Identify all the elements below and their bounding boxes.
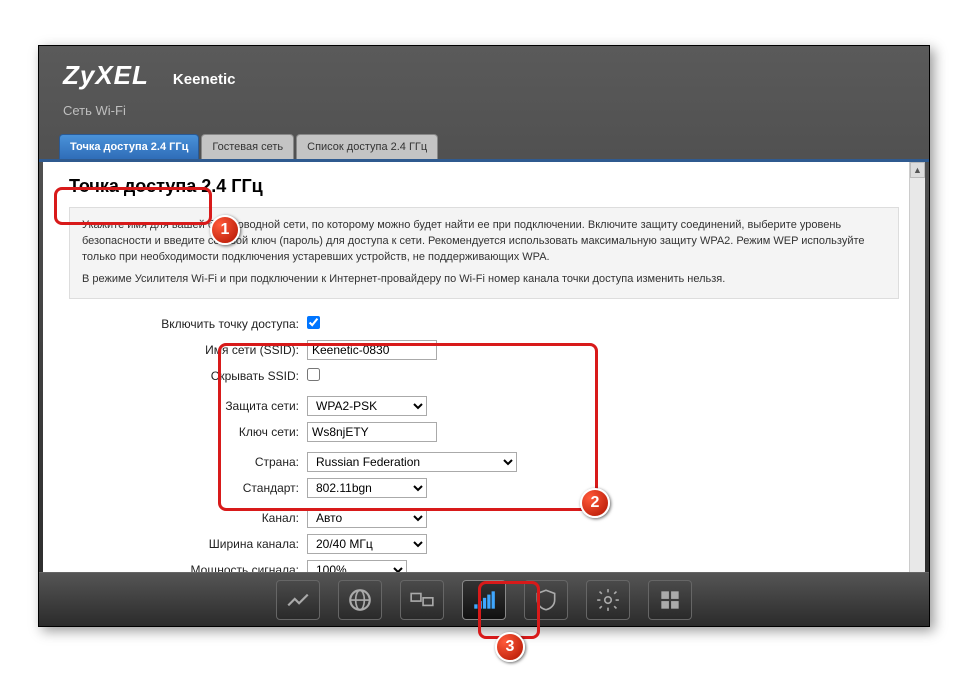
scrollbar[interactable]: ▲	[909, 162, 925, 572]
dock-internet-button[interactable]	[338, 580, 382, 620]
width-label: Ширина канала:	[69, 537, 307, 551]
channel-label: Канал:	[69, 511, 307, 525]
brand-logo: ZyXEL	[63, 60, 149, 91]
scroll-up-icon[interactable]: ▲	[910, 162, 925, 178]
dock-settings-button[interactable]	[586, 580, 630, 620]
tab-access-list[interactable]: Список доступа 2.4 ГГц	[296, 134, 438, 159]
standard-label: Стандарт:	[69, 481, 307, 495]
info-box: Укажите имя для вашей беспроводной сети,…	[69, 207, 899, 299]
header: ZyXEL Keenetic Сеть Wi-Fi	[39, 46, 929, 124]
globe-icon	[347, 587, 373, 613]
standard-select[interactable]: 802.11bgn	[307, 478, 427, 498]
info-text-2: В режиме Усилителя Wi-Fi и при подключен…	[82, 272, 886, 288]
dock-firewall-button[interactable]	[524, 580, 568, 620]
channel-select[interactable]: Авто	[307, 508, 427, 528]
monitors-icon	[409, 587, 435, 613]
page-title: Точка доступа 2.4 ГГц	[69, 176, 899, 197]
dock-status-button[interactable]	[276, 580, 320, 620]
enable-ap-label: Включить точку доступа:	[69, 317, 307, 331]
dock-wifi-button[interactable]	[462, 580, 506, 620]
hide-ssid-checkbox[interactable]	[307, 368, 320, 381]
tab-access-point[interactable]: Точка доступа 2.4 ГГц	[59, 134, 199, 159]
chart-line-icon	[285, 587, 311, 613]
power-select[interactable]: 100%	[307, 560, 407, 572]
width-select[interactable]: 20/40 МГц	[307, 534, 427, 554]
info-text-1: Укажите имя для вашей беспроводной сети,…	[82, 218, 886, 266]
ssid-label: Имя сети (SSID):	[69, 343, 307, 357]
section-subtitle: Сеть Wi-Fi	[63, 103, 905, 118]
tab-guest-network[interactable]: Гостевая сеть	[201, 134, 294, 159]
security-label: Защита сети:	[69, 399, 307, 413]
ssid-input[interactable]	[307, 340, 437, 360]
model-name: Keenetic	[173, 71, 236, 88]
signal-bars-icon	[471, 587, 497, 613]
annotation-badge-3: 3	[495, 632, 525, 662]
shield-icon	[533, 587, 559, 613]
dock-apps-button[interactable]	[648, 580, 692, 620]
country-select[interactable]: Russian Federation	[307, 452, 517, 472]
tab-bar: Точка доступа 2.4 ГГц Гостевая сеть Спис…	[39, 134, 929, 162]
key-label: Ключ сети:	[69, 425, 307, 439]
dock-network-button[interactable]	[400, 580, 444, 620]
enable-ap-checkbox[interactable]	[307, 316, 320, 329]
app-window: ZyXEL Keenetic Сеть Wi-Fi Точка доступа …	[38, 45, 930, 627]
grid-icon	[657, 587, 683, 613]
gear-icon	[595, 587, 621, 613]
security-select[interactable]: WPA2-PSK	[307, 396, 427, 416]
country-label: Страна:	[69, 455, 307, 469]
key-input[interactable]	[307, 422, 437, 442]
power-label: Мощность сигнала:	[69, 563, 307, 572]
content-area: Точка доступа 2.4 ГГц Укажите имя для ва…	[43, 162, 925, 572]
settings-form: Включить точку доступа: Имя сети (SSID):…	[69, 313, 899, 572]
hide-ssid-label: Скрывать SSID:	[69, 369, 307, 383]
bottom-dock	[39, 572, 929, 626]
